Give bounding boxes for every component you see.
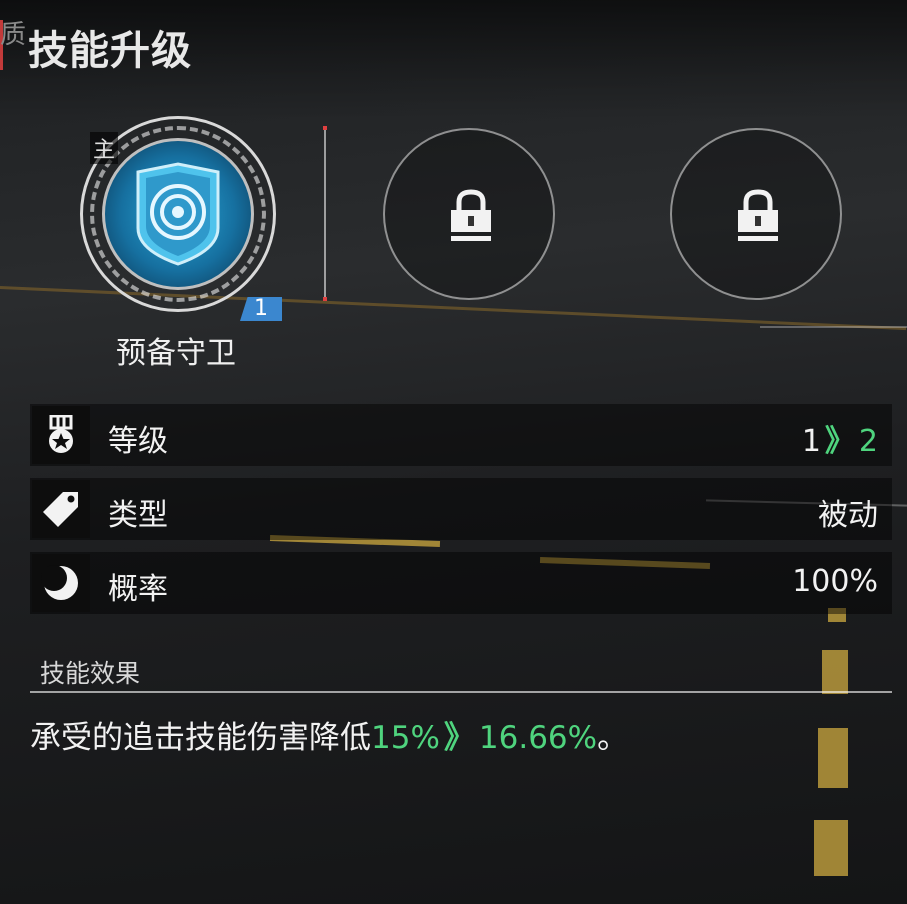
page-title: 技能升级	[28, 28, 192, 74]
stat-row-chance: 概率 100%	[30, 552, 892, 614]
stat-label: 等级	[108, 424, 168, 459]
effects-header: 技能效果	[40, 659, 141, 688]
lock-icon	[451, 189, 491, 241]
main-skill-tag: 主	[90, 132, 119, 164]
bg-road-marking	[814, 820, 848, 876]
effects-description: 承受的追击技能伤害降低15% 》 16.66%。	[30, 712, 628, 757]
tag-icon	[32, 480, 90, 538]
stat-label: 类型	[108, 498, 168, 533]
moon-icon	[32, 554, 90, 612]
stat-row-type: 类型 被动	[30, 478, 892, 540]
locked-skill-slot-1[interactable]	[383, 128, 555, 300]
divider-dot-top	[323, 126, 327, 130]
bg-road-marking	[818, 728, 848, 788]
stat-value-chance: 100%	[792, 564, 878, 599]
skill-name: 预备守卫	[116, 336, 236, 371]
corner-glyph: 质	[0, 20, 27, 50]
effect-value-next: 16.66%	[478, 720, 598, 756]
effect-arrow: 》	[443, 720, 475, 756]
bg-cable	[760, 326, 907, 328]
bg-road-marking	[822, 650, 848, 694]
medal-icon	[32, 406, 90, 464]
effect-value-current: 15%	[371, 720, 440, 756]
locked-skill-slot-2[interactable]	[670, 128, 842, 300]
lock-icon	[738, 189, 778, 241]
stat-value-level: 1 》 2	[802, 416, 878, 460]
effect-text: 承受的追击技能伤害降低	[30, 720, 371, 756]
level-arrow: 》	[824, 424, 855, 459]
shield-target-icon	[136, 162, 220, 266]
stat-value-type: 被动	[818, 498, 878, 533]
skill-level-badge: 1	[240, 297, 282, 321]
effects-divider	[30, 691, 892, 693]
effect-suffix: 。	[597, 720, 629, 756]
slot-divider	[324, 130, 326, 298]
level-next: 2	[858, 424, 878, 459]
divider-dot-bottom	[323, 297, 327, 301]
level-current: 1	[801, 424, 821, 459]
stat-row-level: 等级 1 》 2	[30, 404, 892, 466]
stat-label: 概率	[108, 572, 168, 607]
